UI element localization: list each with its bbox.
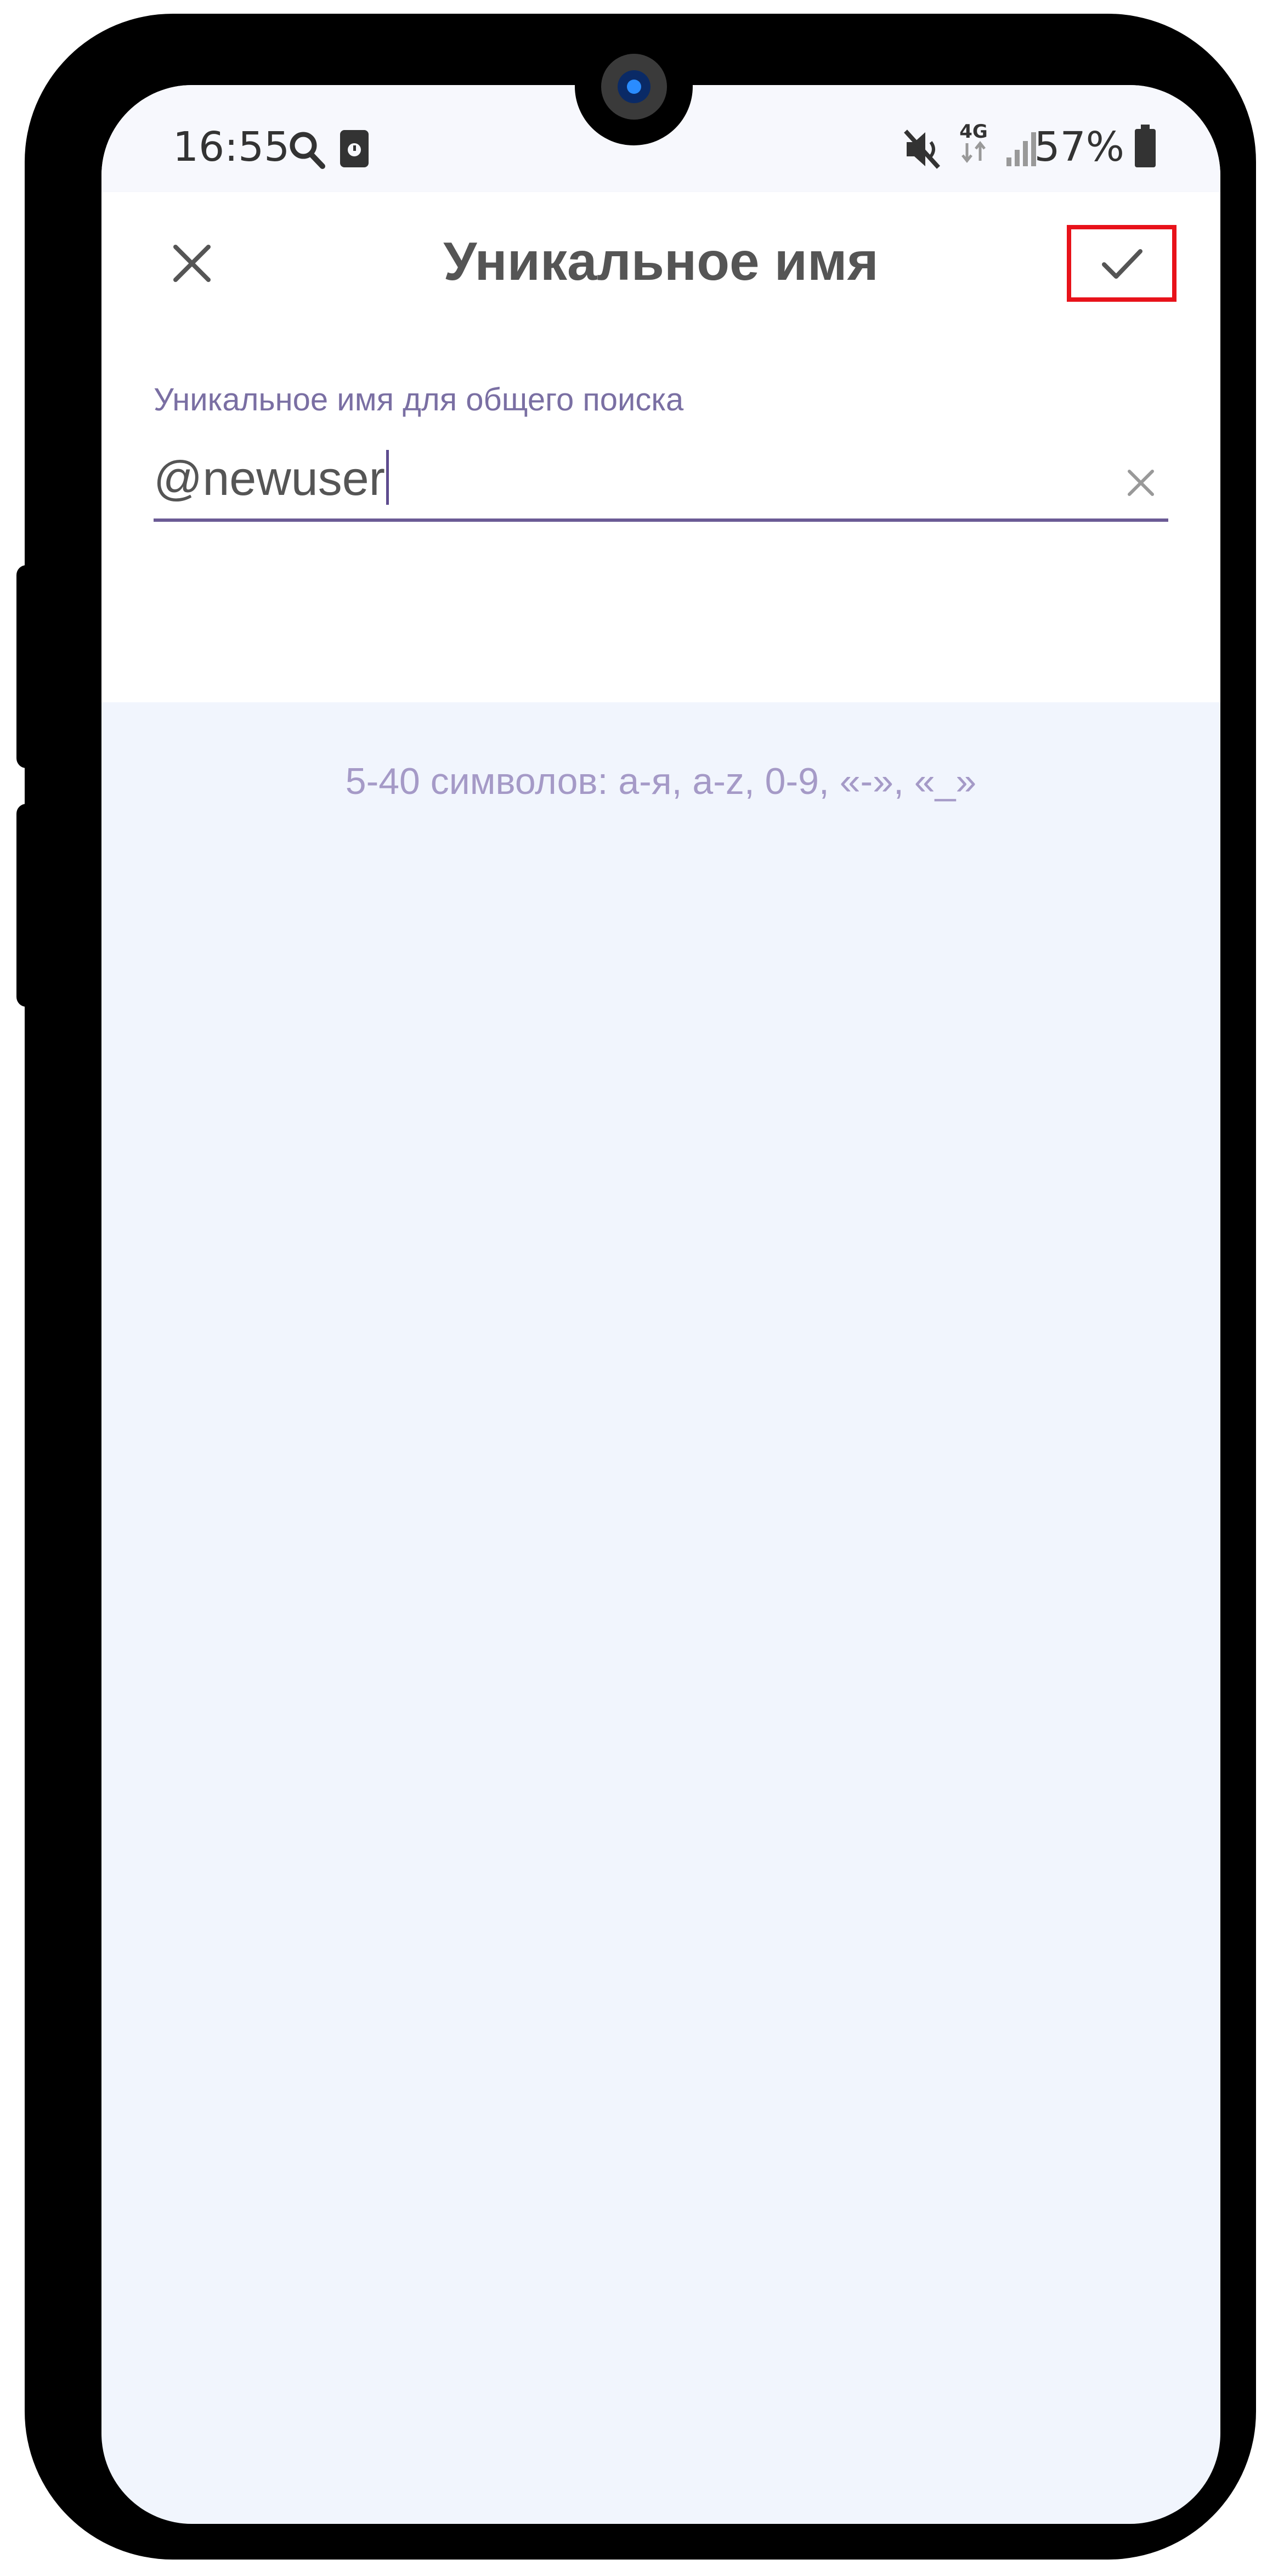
confirm-button[interactable]: [1067, 225, 1176, 302]
clear-icon: [1128, 470, 1154, 496]
username-hint: 5-40 символов: а-я, a-z, 0-9, «-», «_»: [345, 760, 977, 802]
toolbar: Уникальное имя: [101, 192, 1220, 332]
username-input-value: @newuser: [154, 451, 385, 505]
front-camera: [575, 27, 693, 145]
username-field-label: Уникальное имя для общего поиска: [154, 382, 684, 418]
clear-input-button[interactable]: [1122, 464, 1160, 504]
notification-icon: [340, 130, 369, 170]
input-underline: [154, 518, 1168, 522]
signal-icon: [1005, 129, 1038, 170]
text-cursor: [386, 450, 389, 505]
mute-icon: [902, 128, 943, 173]
page-title: Уникальное имя: [443, 231, 879, 291]
phone-frame: 16:55 4G 57% Уникальное имя Уникальное и…: [25, 14, 1256, 2560]
username-form: Уникальное имя для общего поиска @newuse…: [101, 332, 1220, 702]
phone-screen: 16:55 4G 57% Уникальное имя Уникальное и…: [101, 85, 1220, 2524]
status-time: 16:55: [173, 123, 290, 171]
username-input[interactable]: @newuser: [154, 450, 389, 506]
network-type-icon: 4G: [957, 122, 990, 165]
network-type-label: 4G: [959, 121, 988, 143]
battery-percent: 57%: [1034, 123, 1124, 171]
check-icon: [1102, 249, 1142, 279]
battery-icon: [1134, 125, 1157, 171]
search-icon: [288, 129, 326, 172]
